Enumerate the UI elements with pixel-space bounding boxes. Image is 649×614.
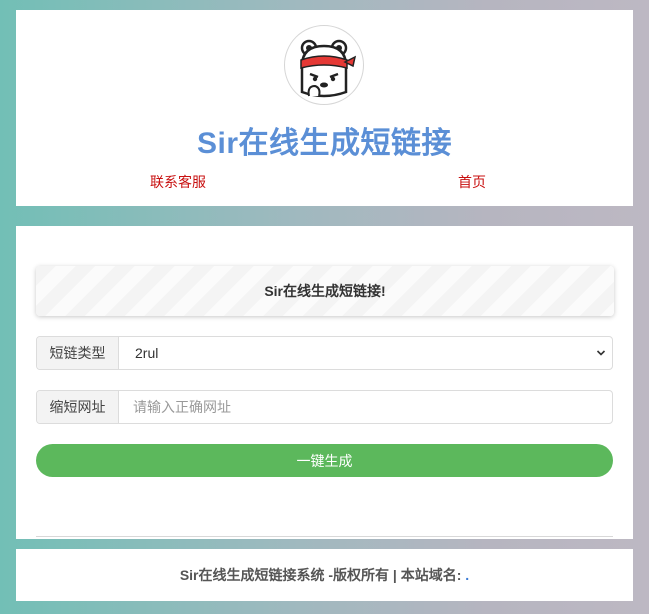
bear-logo-avatar xyxy=(284,25,364,105)
nav-contact-support[interactable]: 联系客服 xyxy=(150,172,206,192)
divider xyxy=(36,536,613,537)
link-type-field: 短链类型 2rul xyxy=(36,336,613,370)
header-card: Sir在线生成短链接 联系客服 首页 xyxy=(16,10,633,206)
footer-text: Sir在线生成短链接系统 -版权所有 | 本站域名: . xyxy=(16,549,633,601)
footer-copyright: Sir在线生成短链接系统 -版权所有 | 本站域名: xyxy=(179,567,462,583)
nav-home[interactable]: 首页 xyxy=(458,172,486,192)
chevron-down-icon xyxy=(596,350,606,356)
footer-domain-link[interactable]: . xyxy=(465,567,469,583)
link-type-label: 短链类型 xyxy=(37,337,119,369)
url-label: 缩短网址 xyxy=(37,391,119,423)
url-input[interactable] xyxy=(119,391,612,423)
site-title: Sir在线生成短链接 xyxy=(196,127,453,160)
url-field: 缩短网址 xyxy=(36,390,613,424)
link-type-value: 2rul xyxy=(135,345,159,361)
bear-mascot-icon xyxy=(300,39,357,98)
generate-button[interactable]: 一键生成 xyxy=(36,444,613,477)
link-type-select[interactable]: 2rul xyxy=(119,337,612,369)
footer-card: Sir在线生成短链接系统 -版权所有 | 本站域名: . xyxy=(16,549,633,601)
notice-banner: Sir在线生成短链接! xyxy=(36,266,614,316)
main-card: Sir在线生成短链接! 短链类型 2rul 缩短网址 一键生成 xyxy=(16,226,633,539)
